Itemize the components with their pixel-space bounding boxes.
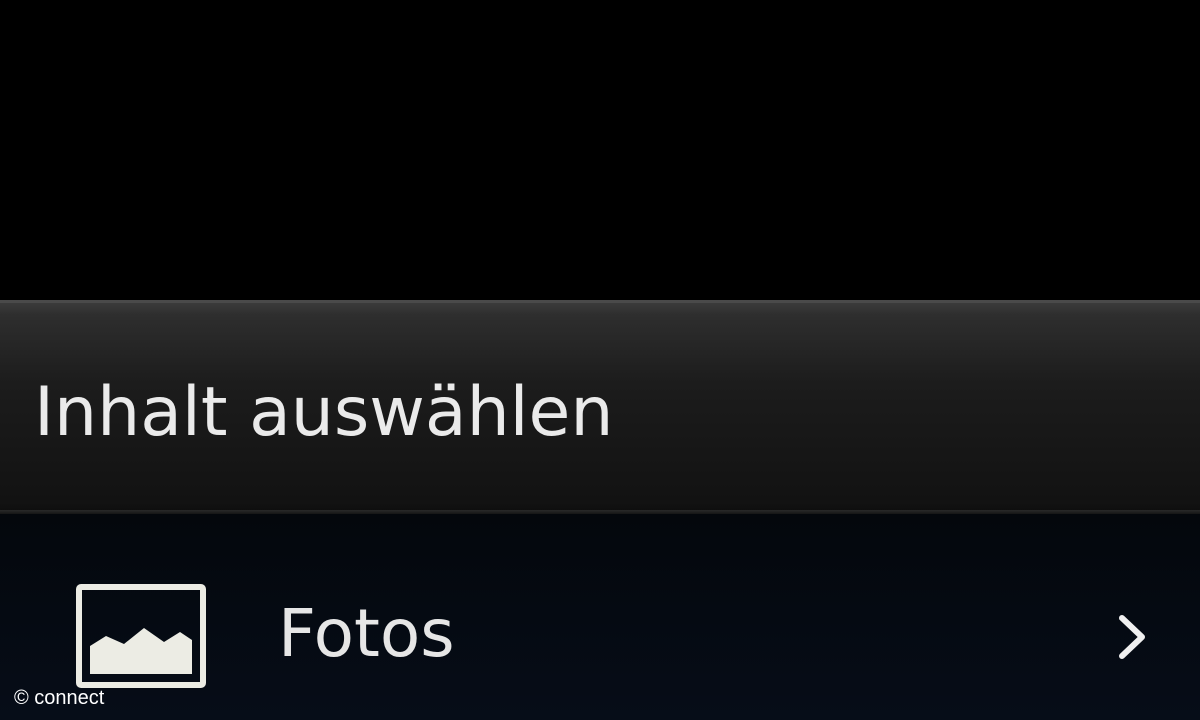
chevron-right-icon xyxy=(1119,615,1145,659)
photo-icon xyxy=(76,584,206,688)
empty-screen-area xyxy=(0,0,1200,300)
content-list: Fotos xyxy=(0,514,1200,720)
list-item-fotos[interactable]: Fotos xyxy=(0,554,1200,694)
dialog-header: Inhalt auswählen xyxy=(0,300,1200,510)
dialog-title: Inhalt auswählen xyxy=(34,373,614,452)
list-item-label: Fotos xyxy=(278,595,455,672)
watermark: © connect xyxy=(14,687,105,709)
